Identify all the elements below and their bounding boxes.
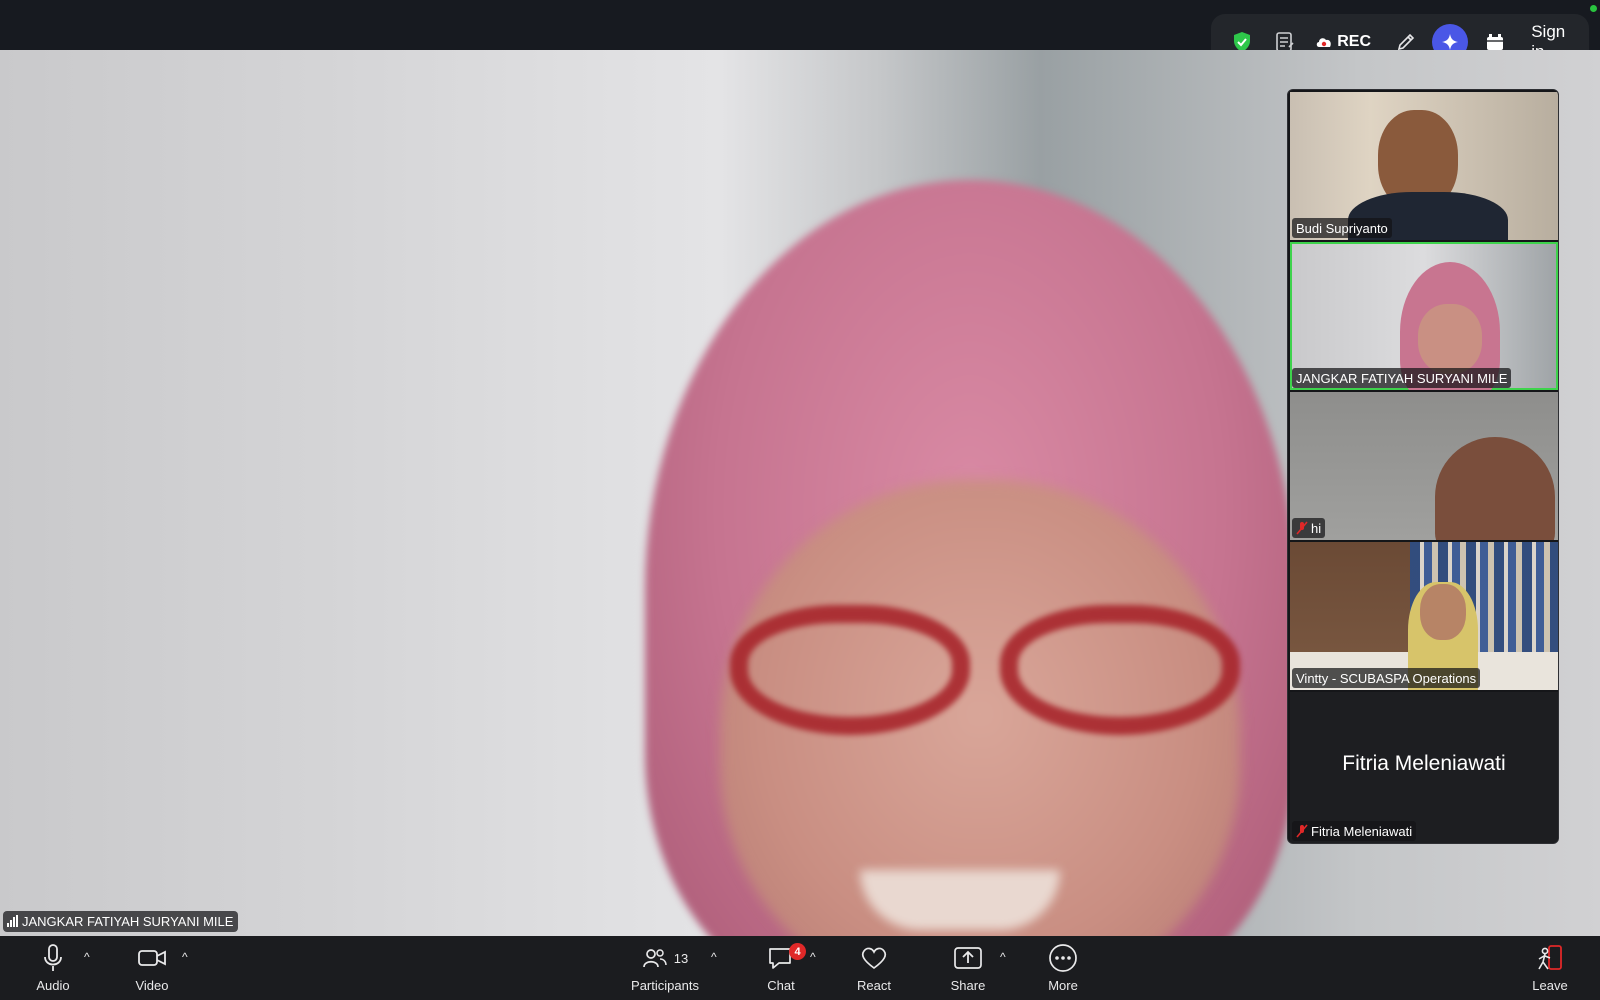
mic-muted-icon <box>1296 521 1308 535</box>
status-dot <box>1590 5 1597 12</box>
leave-button[interactable]: Leave <box>1528 936 1572 1000</box>
participants-icon-group: 13 <box>642 943 688 973</box>
audio-options-chevron-up-icon[interactable]: ^ <box>84 950 90 964</box>
chat-button[interactable]: 4 Chat <box>759 936 806 1000</box>
participants-options-chevron-up-icon[interactable]: ^ <box>711 950 717 964</box>
gallery-strip: Budi Supriyanto JANGKAR FATIYAH SURYANI … <box>1287 89 1559 844</box>
leave-door-icon <box>1536 943 1564 973</box>
microphone-icon <box>42 943 64 973</box>
meeting-controls-bar: Audio ^ Video ^ 13 Participants ^ 4 Chat… <box>0 936 1600 1000</box>
more-options-icon <box>1048 943 1078 973</box>
video-camera-icon <box>137 943 167 973</box>
share-options-chevron-up-icon[interactable]: ^ <box>1000 950 1006 964</box>
share-label: Share <box>950 978 986 993</box>
react-button[interactable]: React <box>852 936 896 1000</box>
participant-tile-5[interactable]: Fitria Meleniawati Fitria Meleniawati <box>1290 692 1558 843</box>
more-button[interactable]: More <box>1041 936 1085 1000</box>
participant-name-label: JANGKAR FATIYAH SURYANI MILE <box>1292 368 1512 388</box>
chat-icon-wrap: 4 <box>767 943 806 973</box>
participant-tile-1[interactable]: Budi Supriyanto <box>1290 92 1558 240</box>
participant-display-name: Fitria Meleniawati <box>1342 752 1506 775</box>
participants-label: Participants <box>631 978 699 993</box>
participant-name: Vintty - SCUBASPA Operations <box>1296 670 1477 686</box>
share-screen-icon <box>953 943 983 973</box>
participant-tile-2[interactable]: JANGKAR FATIYAH SURYANI MILE <box>1290 242 1558 390</box>
participant-name-label: Budi Supriyanto <box>1292 218 1392 238</box>
participant-video-head <box>1420 584 1466 640</box>
main-speaker-name-label: JANGKAR FATIYAH SURYANI MILE <box>3 911 239 932</box>
participant-video <box>1435 437 1555 540</box>
speaker-video-glasses-right <box>1000 605 1240 735</box>
video-label: Video <box>135 978 169 993</box>
participant-name: Budi Supriyanto <box>1296 220 1388 236</box>
speaker-video-smile <box>860 870 1060 930</box>
participant-name: Fitria Meleniawati <box>1311 823 1413 839</box>
participant-name-label: hi <box>1292 518 1326 538</box>
leave-label: Leave <box>1532 978 1568 993</box>
pencil-icon <box>1397 33 1414 51</box>
participants-icon <box>642 949 667 968</box>
apps-icon <box>1486 34 1503 50</box>
more-label: More <box>1048 978 1078 993</box>
participant-name-label: Fitria Meleniawati <box>1292 821 1417 841</box>
chat-unread-badge: 4 <box>789 943 806 960</box>
main-speaker-name: JANGKAR FATIYAH SURYANI MILE <box>22 914 234 929</box>
heart-icon <box>860 943 888 973</box>
participants-count: 13 <box>673 950 689 966</box>
cloud-record-icon <box>1316 38 1332 47</box>
share-button[interactable]: Share <box>946 936 990 1000</box>
audio-button[interactable]: Audio <box>31 936 75 1000</box>
participant-name: hi <box>1311 520 1322 536</box>
audio-label: Audio <box>36 978 70 993</box>
record-label: REC <box>1337 33 1371 50</box>
participant-tile-3[interactable]: hi <box>1290 392 1558 540</box>
chat-options-chevron-up-icon[interactable]: ^ <box>810 950 816 964</box>
speaker-video-glasses-left <box>730 605 970 735</box>
video-button[interactable]: Video <box>130 936 174 1000</box>
participants-button[interactable]: 13 Participants <box>625 936 705 1000</box>
video-options-chevron-up-icon[interactable]: ^ <box>182 950 188 964</box>
signal-strength-icon <box>7 915 19 927</box>
react-label: React <box>857 978 891 993</box>
participant-tile-4[interactable]: Vintty - SCUBASPA Operations <box>1290 542 1558 690</box>
participant-name: JANGKAR FATIYAH SURYANI MILE <box>1296 370 1508 386</box>
participant-name-label: Vintty - SCUBASPA Operations <box>1292 668 1481 688</box>
chat-label: Chat <box>767 978 795 993</box>
participant-video-face <box>1418 304 1482 374</box>
mic-muted-icon <box>1296 824 1308 838</box>
